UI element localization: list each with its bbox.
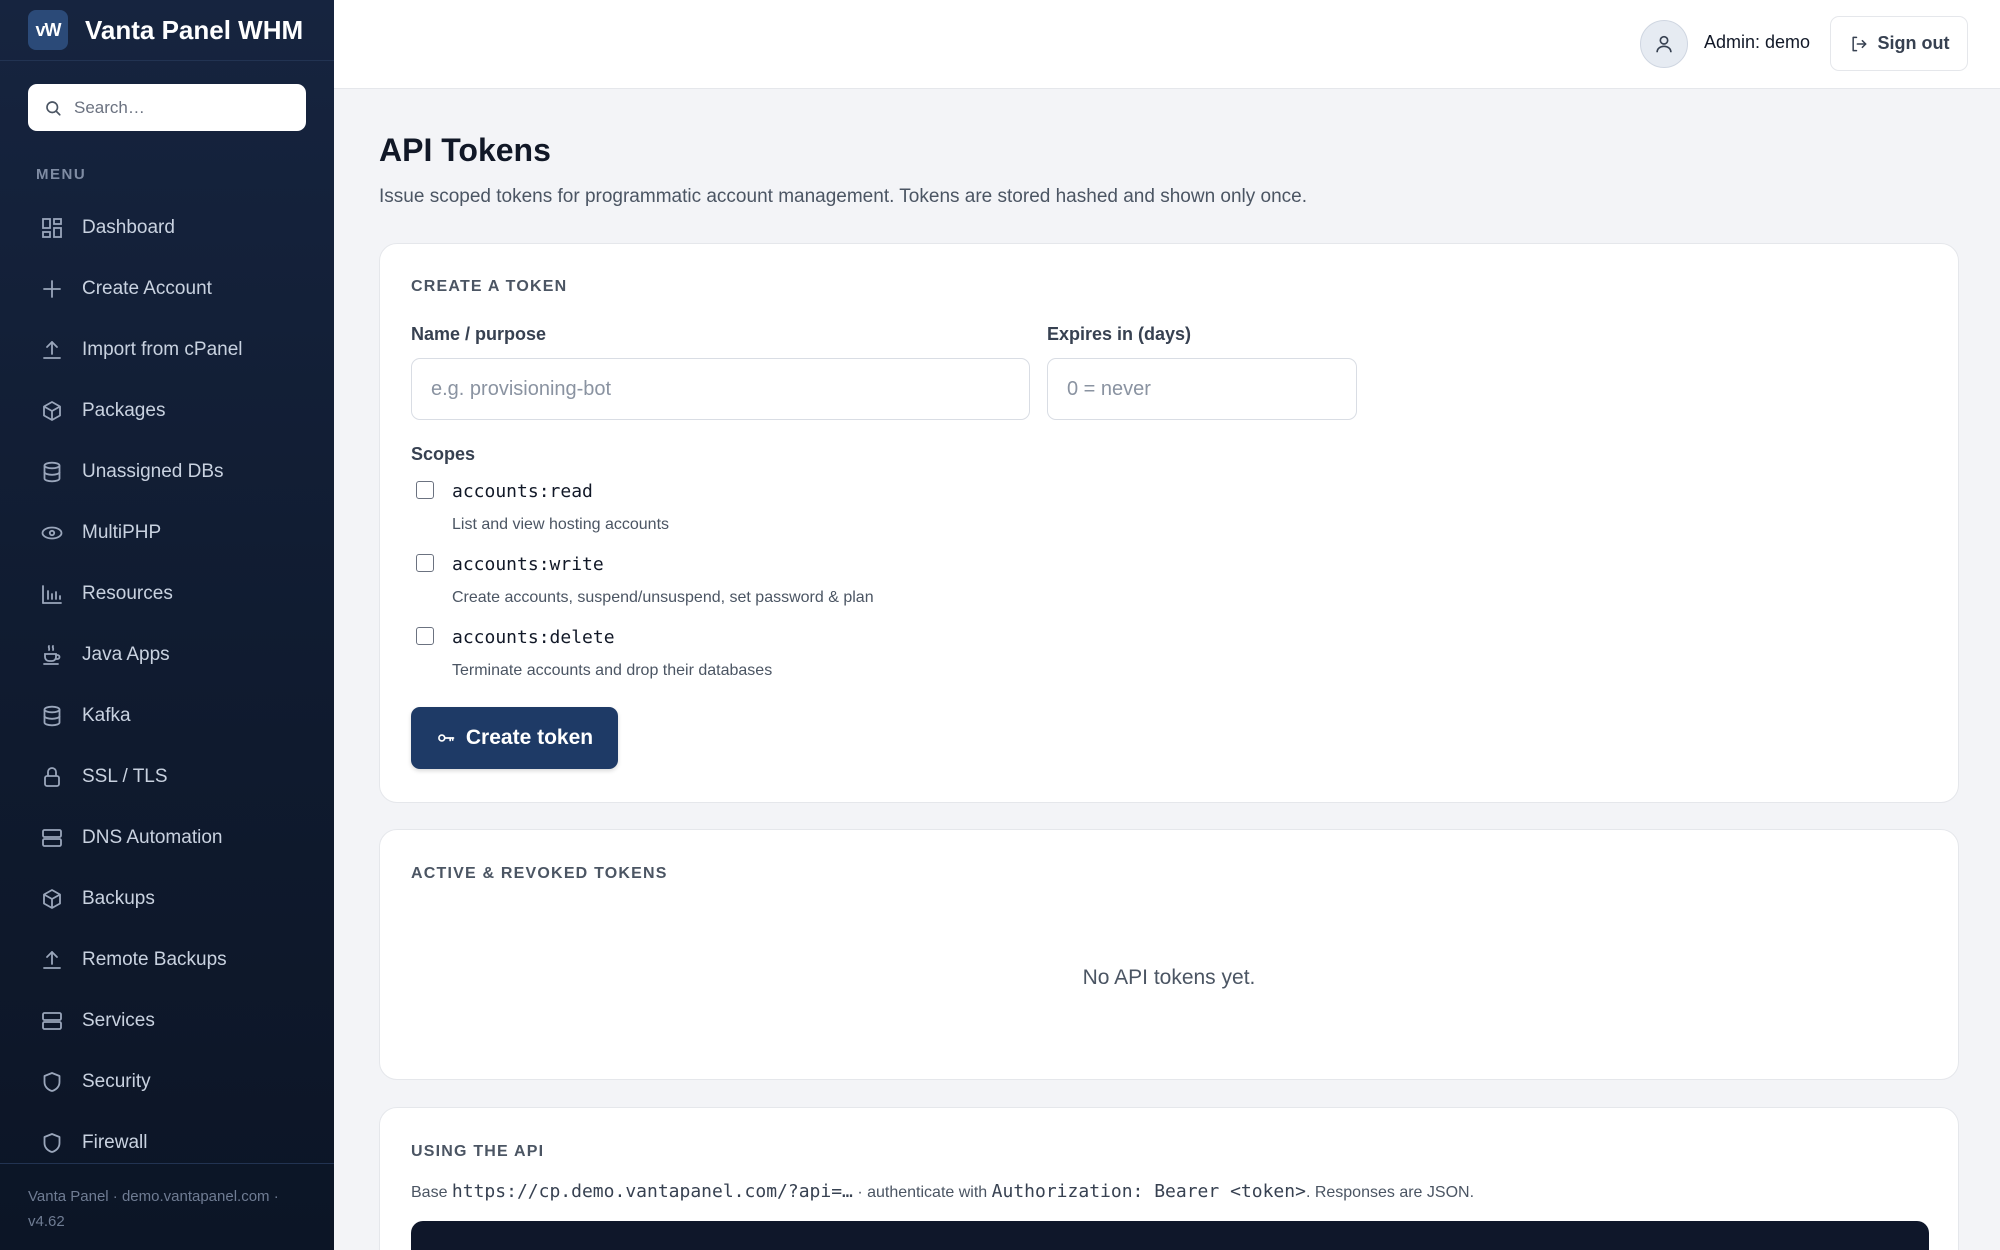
upload-icon bbox=[43, 340, 61, 359]
bar-chart-icon bbox=[42, 584, 62, 604]
sidebar-item-resources[interactable]: Resources bbox=[28, 563, 308, 624]
create-token-card: CREATE A TOKEN Name / purpose Expires in… bbox=[379, 243, 1959, 803]
sign-out-button[interactable]: Sign out bbox=[1830, 16, 1968, 71]
sidebar-item-label: DNS Automation bbox=[82, 826, 223, 848]
sign-out-icon bbox=[1851, 36, 1866, 51]
create-token-label: Create token bbox=[465, 726, 594, 749]
sidebar-item-label: Resources bbox=[82, 582, 173, 604]
sidebar-item-label: Unassigned DBs bbox=[82, 460, 224, 482]
upload-icon bbox=[43, 950, 61, 969]
brand-logo: vW bbox=[28, 10, 68, 50]
sidebar-item-label: MultiPHP bbox=[82, 521, 162, 543]
shield-icon bbox=[43, 1071, 61, 1092]
brand-name: Vanta Panel WHM bbox=[85, 14, 304, 45]
card-title: ACTIVE & REVOKED TOKENS bbox=[411, 865, 668, 882]
sidebar-item-backups[interactable]: Backups bbox=[28, 868, 308, 929]
sidebar-item-label: Backups bbox=[82, 887, 155, 909]
empty-state: No API tokens yet. bbox=[1082, 966, 1256, 989]
sidebar-footer: Vanta Panel · demo.vantapanel.com · v4.6… bbox=[0, 1163, 334, 1250]
sidebar-item-label: Import from cPanel bbox=[82, 338, 243, 360]
sidebar-item-java-apps[interactable]: Java Apps bbox=[28, 624, 308, 685]
sidebar-item-label: Dashboard bbox=[82, 216, 175, 238]
sidebar-item-label: SSL / TLS bbox=[82, 765, 168, 787]
coffee-icon bbox=[43, 644, 61, 665]
sidebar-item-label: Kafka bbox=[82, 704, 131, 726]
menu-label: MENU bbox=[36, 166, 87, 183]
scope-checkbox[interactable] bbox=[416, 627, 434, 645]
page-subtitle: Issue scoped tokens for programmatic acc… bbox=[379, 186, 1308, 207]
scope-description: Terminate accounts and drop their databa… bbox=[452, 662, 773, 679]
token-name-input[interactable] bbox=[411, 358, 1030, 420]
card-title: CREATE A TOKEN bbox=[411, 278, 568, 295]
admin-label: Admin: demo bbox=[1704, 32, 1811, 52]
sidebar-item-label: Security bbox=[82, 1070, 151, 1092]
base-url: https://cp.demo.vantapanel.com/?api=… bbox=[451, 1181, 853, 1202]
scopes-label: Scopes bbox=[411, 444, 476, 464]
sidebar-item-create-account[interactable]: Create Account bbox=[28, 258, 308, 319]
scope-description: Create accounts, suspend/unsuspend, set … bbox=[452, 589, 874, 606]
scope-code: accounts:write bbox=[452, 554, 604, 575]
sidebar-item-unassigned-dbs[interactable]: Unassigned DBs bbox=[28, 441, 308, 502]
sign-out-label: Sign out bbox=[1877, 33, 1950, 53]
expires-days-input[interactable] bbox=[1047, 358, 1357, 420]
php-icon bbox=[41, 526, 63, 539]
tokens-card: ACTIVE & REVOKED TOKENS No API tokens ye… bbox=[379, 829, 1959, 1080]
sidebar-item-dashboard[interactable]: Dashboard bbox=[28, 197, 308, 258]
base-prefix: Base bbox=[411, 1184, 448, 1201]
search-box bbox=[28, 84, 306, 131]
user-icon bbox=[1656, 35, 1672, 53]
sidebar-item-dns-automation[interactable]: DNS Automation bbox=[28, 807, 308, 868]
search-input[interactable] bbox=[74, 97, 284, 118]
package-icon bbox=[43, 400, 61, 421]
sidebar-item-security[interactable]: Security bbox=[28, 1051, 308, 1112]
sidebar-item-import-cpanel[interactable]: Import from cPanel bbox=[28, 319, 308, 380]
search-icon bbox=[46, 100, 61, 116]
card-title: USING THE API bbox=[411, 1143, 545, 1160]
database-icon bbox=[43, 705, 61, 726]
server-icon bbox=[42, 828, 62, 847]
scope-code: accounts:read bbox=[452, 481, 593, 502]
sidebar-item-label: Create Account bbox=[82, 277, 212, 299]
sidebar-item-label: Java Apps bbox=[82, 643, 170, 665]
scope-checkbox[interactable] bbox=[416, 554, 434, 572]
scope-code: accounts:delete bbox=[452, 627, 615, 648]
server-icon bbox=[42, 1011, 62, 1030]
sidebar-item-label: Firewall bbox=[82, 1131, 148, 1153]
sidebar-item-kafka[interactable]: Kafka bbox=[28, 685, 308, 746]
plus-icon bbox=[43, 279, 61, 298]
sidebar-item-remote-backups[interactable]: Remote Backups bbox=[28, 929, 308, 990]
scope-description: List and view hosting accounts bbox=[452, 516, 670, 533]
key-icon bbox=[437, 734, 455, 742]
avatar[interactable] bbox=[1640, 20, 1688, 68]
shield-icon bbox=[43, 1132, 61, 1153]
sidebar-item-label: Services bbox=[82, 1009, 155, 1031]
package-icon bbox=[43, 888, 61, 909]
api-usage-card: USING THE API Base https://cp.demo.vanta… bbox=[379, 1107, 1959, 1250]
scope-checkbox[interactable] bbox=[416, 481, 434, 499]
code-block bbox=[411, 1221, 1929, 1250]
sidebar: vW Vanta Panel WHM MENU Dashboard Create… bbox=[0, 0, 334, 1250]
sidebar-item-ssl-tls[interactable]: SSL / TLS bbox=[28, 746, 308, 807]
lock-icon bbox=[44, 766, 60, 787]
auth-text: · authenticate with bbox=[857, 1184, 988, 1201]
sidebar-item-services[interactable]: Services bbox=[28, 990, 308, 1051]
auth-header: Authorization: Bearer <token> bbox=[991, 1181, 1306, 1202]
sidebar-item-multiphp[interactable]: MultiPHP bbox=[28, 502, 308, 563]
dashboard-icon bbox=[42, 217, 62, 238]
sidebar-nav: Dashboard Create Account Import from cPa… bbox=[28, 197, 308, 1173]
sidebar-item-packages[interactable]: Packages bbox=[28, 380, 308, 441]
topbar: Admin: demo Sign out bbox=[334, 0, 2000, 89]
create-token-button[interactable]: Create token bbox=[411, 707, 618, 769]
name-label: Name / purpose bbox=[411, 324, 547, 344]
sidebar-item-label: Remote Backups bbox=[82, 948, 227, 970]
expires-label: Expires in (days) bbox=[1047, 324, 1192, 344]
sidebar-item-label: Packages bbox=[82, 399, 166, 421]
api-usage-text: Base https://cp.demo.vantapanel.com/?api… bbox=[411, 1181, 1474, 1202]
database-icon bbox=[43, 461, 61, 482]
brand[interactable]: vW Vanta Panel WHM bbox=[0, 0, 334, 61]
page-title: API Tokens bbox=[379, 132, 551, 168]
json-note: . Responses are JSON. bbox=[1305, 1184, 1475, 1201]
